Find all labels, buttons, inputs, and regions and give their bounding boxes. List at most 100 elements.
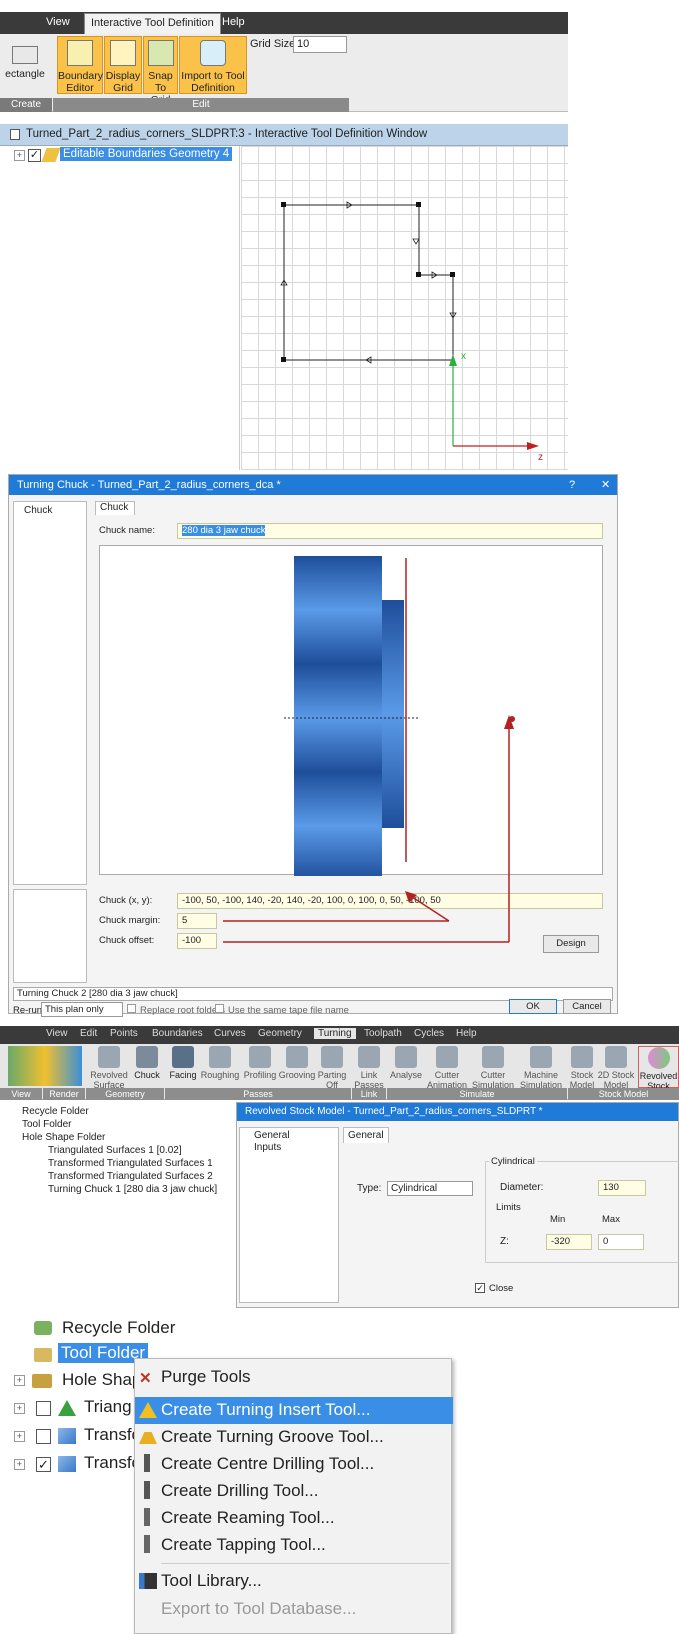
menu-create-turning-groove[interactable]: Create Turning Groove Tool... xyxy=(161,1427,384,1447)
transformed-2-checkbox[interactable]: ✓ xyxy=(36,1457,51,1472)
menu-cycles[interactable]: Cycles xyxy=(414,1028,444,1039)
boundary-editor-button[interactable]: Boundary Editor xyxy=(57,36,103,94)
cancel-button[interactable]: Cancel xyxy=(563,999,611,1014)
tree-tool-folder[interactable]: Tool Folder xyxy=(22,1119,71,1130)
menu-boundaries[interactable]: Boundaries xyxy=(152,1028,203,1039)
tree-recycle-folder-4[interactable]: Recycle Folder xyxy=(62,1318,175,1338)
menu-turning[interactable]: Turning xyxy=(314,1028,356,1039)
analyse-button[interactable]: Analyse xyxy=(388,1046,424,1080)
snap-to-grid-button[interactable]: Snap To Grid xyxy=(143,36,178,106)
menu-create-drilling[interactable]: Create Drilling Tool... xyxy=(161,1481,318,1501)
visibility-checkbox[interactable]: ✓ xyxy=(28,149,41,162)
chuck-button[interactable]: Chuck xyxy=(132,1046,162,1080)
menu-create-centre-drilling[interactable]: Create Centre Drilling Tool... xyxy=(161,1454,374,1474)
profiling-icon xyxy=(249,1046,271,1068)
transformed-1-checkbox[interactable] xyxy=(36,1429,51,1444)
transformed-surface-icon xyxy=(58,1428,76,1444)
expand-transformed-2[interactable]: + xyxy=(14,1459,25,1470)
tree-transformed-1-4[interactable]: Transfo xyxy=(84,1425,141,1445)
type-select[interactable]: Cylindrical xyxy=(387,1181,473,1196)
expand-icon[interactable]: + xyxy=(14,150,25,161)
rs-tab-general[interactable]: General xyxy=(343,1127,389,1143)
replace-root-checkbox[interactable] xyxy=(127,1004,136,1013)
menu-interactive-tool-definition[interactable]: Interactive Tool Definition xyxy=(84,13,221,34)
group-simulate: Simulate xyxy=(387,1088,567,1100)
tree-transformed-surfaces-1[interactable]: Transformed Triangulated Surfaces 1 xyxy=(48,1158,213,1169)
menu-tool-library[interactable]: Tool Library... xyxy=(161,1571,262,1591)
analyse-label: Analyse xyxy=(389,1070,423,1080)
facing-button[interactable]: Facing xyxy=(168,1046,198,1080)
rs-nav-general[interactable]: General xyxy=(254,1130,290,1141)
window-title: Turned_Part_2_radius_corners_SLDPRT:3 - … xyxy=(26,128,428,140)
tree-turning-chuck-1[interactable]: Turning Chuck 1 [280 dia 3 jaw chuck] xyxy=(48,1184,217,1195)
rectangle-button[interactable]: ectangle xyxy=(0,36,50,94)
display-grid-button[interactable]: Display Grid xyxy=(104,36,142,94)
group-link: Link xyxy=(352,1088,386,1100)
menu-view[interactable]: View xyxy=(46,16,70,28)
menu-help-3[interactable]: Help xyxy=(456,1028,477,1039)
grid-size-input[interactable]: 10 xyxy=(293,36,347,53)
group-render: Render xyxy=(43,1088,85,1100)
menu-create-tapping[interactable]: Create Tapping Tool... xyxy=(161,1535,326,1555)
stock-model-button[interactable]: Stock Model xyxy=(568,1046,596,1090)
roughing-icon xyxy=(209,1046,231,1068)
stock-2d-button[interactable]: 2D Stock Model xyxy=(596,1046,636,1090)
expand-hole-shape[interactable]: + xyxy=(14,1375,25,1386)
menu-help[interactable]: Help xyxy=(222,16,245,28)
menu-create-turning-insert[interactable]: Create Turning Insert Tool... xyxy=(161,1400,370,1420)
max-label: Max xyxy=(602,1214,620,1225)
cutter-simulation-button[interactable]: Cutter Simulation xyxy=(470,1046,516,1090)
window-titlebar: Turned_Part_2_radius_corners_SLDPRT:3 - … xyxy=(0,124,568,146)
diameter-field[interactable]: 130 xyxy=(598,1180,646,1196)
parting-off-button[interactable]: Parting Off xyxy=(316,1046,348,1090)
view-render-icons[interactable] xyxy=(8,1046,82,1086)
tree-triangulated-surfaces-1[interactable]: Triangulated Surfaces 1 [0.02] xyxy=(48,1145,182,1156)
tree-hole-shape-4[interactable]: Hole Shap xyxy=(62,1370,141,1390)
roughing-button[interactable]: Roughing xyxy=(200,1046,240,1080)
link-passes-button[interactable]: Link Passes xyxy=(354,1046,384,1090)
menu-view-3[interactable]: View xyxy=(46,1028,68,1039)
grid-size-label: Grid Size: xyxy=(250,38,299,50)
z-min-field[interactable]: -320 xyxy=(546,1234,592,1250)
stock-model-label1: Stock xyxy=(570,1070,594,1080)
rs-nav-inputs[interactable]: Inputs xyxy=(254,1142,281,1153)
drawing-canvas[interactable]: x z xyxy=(241,146,568,470)
cutter-animation-button[interactable]: Cutter Animation xyxy=(426,1046,468,1090)
profiling-button[interactable]: Profiling xyxy=(242,1046,278,1080)
triangulated-checkbox[interactable] xyxy=(36,1401,51,1416)
menu-purge-tools[interactable]: Purge Tools xyxy=(161,1367,250,1387)
machine-simulation-button[interactable]: Machine Simulation xyxy=(518,1046,564,1090)
cutter-simulation-label1: Cutter xyxy=(480,1070,506,1080)
tree-transformed-2-4[interactable]: Transfo xyxy=(84,1453,141,1473)
tap-icon xyxy=(144,1535,150,1553)
grooving-button[interactable]: Grooving xyxy=(278,1046,316,1080)
ok-button[interactable]: OK xyxy=(509,999,557,1014)
roughing-label: Roughing xyxy=(200,1070,240,1080)
expand-transformed-1[interactable]: + xyxy=(14,1431,25,1442)
tree-hole-shape-folder[interactable]: Hole Shape Folder xyxy=(22,1132,105,1143)
close-checkbox[interactable]: ✓ xyxy=(475,1283,485,1293)
same-tape-checkbox[interactable] xyxy=(215,1004,224,1013)
menu-export-tool-database[interactable]: Export to Tool Database... xyxy=(161,1599,356,1619)
facing-icon xyxy=(172,1046,194,1068)
revolved-stock-button[interactable]: Revolved Stock xyxy=(638,1046,679,1091)
tree-triangulated-4[interactable]: Triang xyxy=(84,1397,132,1417)
menu-create-reaming[interactable]: Create Reaming Tool... xyxy=(161,1508,335,1528)
tree-item-editable-boundaries[interactable]: Editable Boundaries Geometry 4 xyxy=(60,147,233,161)
axis-z-label: z xyxy=(538,452,543,463)
menu-curves[interactable]: Curves xyxy=(214,1028,246,1039)
menu-edit[interactable]: Edit xyxy=(80,1028,97,1039)
menu-bar: View Interactive Tool Definition Help xyxy=(0,12,568,34)
tree-transformed-surfaces-2[interactable]: Transformed Triangulated Surfaces 2 xyxy=(48,1171,213,1182)
link-label1: Link xyxy=(360,1070,378,1080)
z-max-field[interactable]: 0 xyxy=(598,1234,644,1250)
menu-toolpath[interactable]: Toolpath xyxy=(364,1028,402,1039)
rerun-select[interactable]: This plan only xyxy=(41,1002,123,1017)
revolved-surface-button[interactable]: Revolved Surface xyxy=(90,1046,128,1090)
expand-triangulated[interactable]: + xyxy=(14,1403,25,1414)
menu-geometry[interactable]: Geometry xyxy=(258,1028,302,1039)
reamer-icon xyxy=(144,1508,150,1526)
tree-recycle-folder[interactable]: Recycle Folder xyxy=(22,1106,89,1117)
menu-points[interactable]: Points xyxy=(110,1028,138,1039)
import-tool-definition-button[interactable]: Import to Tool Definition xyxy=(179,36,247,94)
